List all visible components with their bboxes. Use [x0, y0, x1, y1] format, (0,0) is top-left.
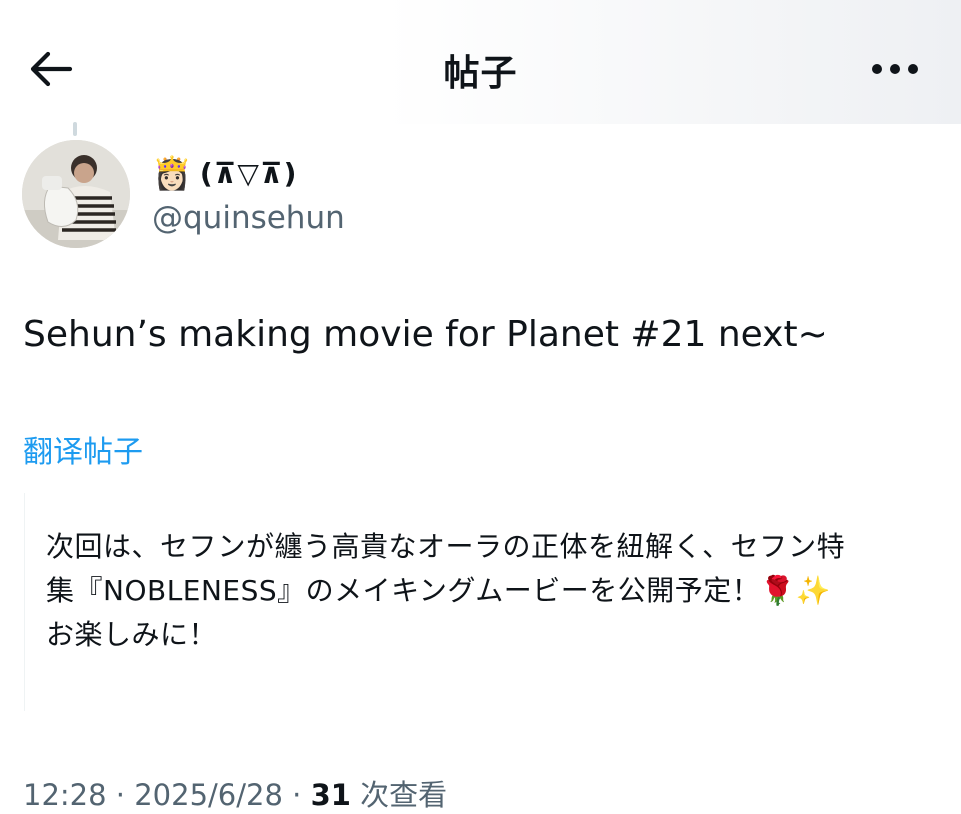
display-name[interactable]: 👸🏻 (⊼▽⊼): [152, 150, 345, 196]
display-name-text: (⊼▽⊼): [199, 156, 298, 190]
post-date: 2025/6/28: [134, 778, 283, 812]
translation-block: 次回は、セフンが纏う高貴なオーラの正体を紐解く、セフン特 集『NOBLENESS…: [24, 493, 925, 711]
author-info: 👸🏻 (⊼▽⊼) @quinsehun: [152, 150, 345, 236]
post-time: 12:28: [23, 778, 107, 812]
views-count: 31: [310, 778, 351, 812]
tweet-text: Sehun’s making movie for Planet #21 next…: [23, 314, 828, 355]
translation-text: 次回は、セフンが纏う高貴なオーラの正体を紐解く、セフン特 集『NOBLENESS…: [46, 525, 916, 657]
meta-separator: ·: [106, 778, 135, 812]
user-handle[interactable]: @quinsehun: [152, 200, 345, 236]
views-label: 次查看: [350, 778, 448, 812]
thread-connector-line: [73, 122, 77, 136]
more-options-button[interactable]: [865, 52, 925, 86]
translate-post-link[interactable]: 翻译帖子: [23, 427, 143, 471]
top-bar: 帖子: [0, 0, 961, 124]
user-avatar-image: [22, 140, 130, 248]
page-title: 帖子: [443, 53, 518, 94]
translation-line: 次回は、セフンが纏う高貴なオーラの正体を紐解く、セフン特: [46, 530, 846, 563]
princess-emoji-icon: 👸🏻: [152, 154, 192, 192]
more-horizontal-icon: [872, 64, 918, 74]
post-meta: 12:28 · 2025/6/28 · 31 次查看: [23, 772, 447, 814]
avatar[interactable]: [22, 140, 130, 248]
meta-separator: ·: [282, 778, 311, 812]
translation-line: 集『NOBLENESS』のメイキングムービーを公開予定！🌹✨: [46, 574, 831, 607]
translation-line: お楽しみに！: [46, 618, 218, 651]
